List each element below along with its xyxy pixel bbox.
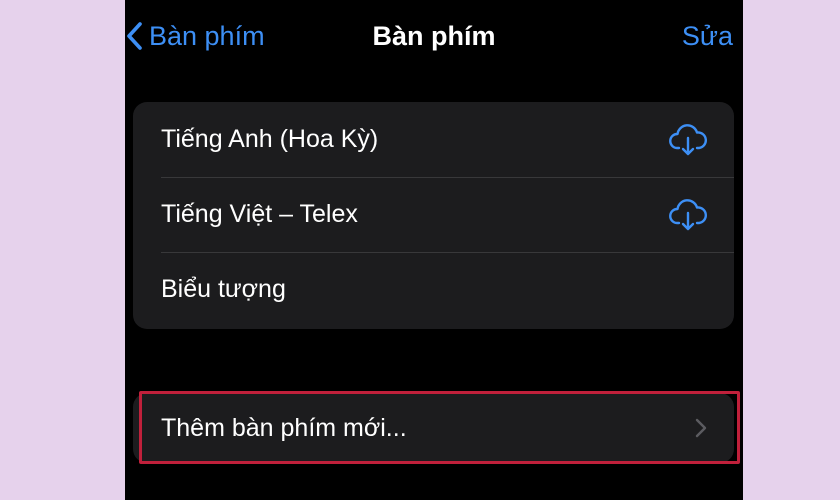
settings-screen: Bàn phím Bàn phím Sửa Tiếng Anh (Hoa Kỳ)… bbox=[125, 0, 743, 500]
cloud-download-icon[interactable] bbox=[668, 123, 708, 157]
keyboard-item-label: Tiếng Anh (Hoa Kỳ) bbox=[161, 125, 379, 153]
keyboard-item-emoji[interactable]: Biểu tượng bbox=[133, 252, 734, 327]
keyboard-item-english-us[interactable]: Tiếng Anh (Hoa Kỳ) bbox=[133, 102, 734, 177]
edit-button[interactable]: Sửa bbox=[682, 16, 733, 56]
chevron-right-icon bbox=[695, 418, 707, 438]
navigation-bar: Bàn phím Bàn phím Sửa bbox=[125, 0, 743, 70]
page-title: Bàn phím bbox=[372, 21, 496, 51]
keyboard-item-label: Tiếng Việt – Telex bbox=[161, 200, 358, 228]
add-keyboard-group: Thêm bàn phím mới... bbox=[133, 393, 734, 463]
keyboard-list: Tiếng Anh (Hoa Kỳ) Tiếng Việt – Telex Bi… bbox=[133, 102, 734, 329]
keyboard-item-label: Biểu tượng bbox=[161, 275, 286, 303]
add-new-keyboard-button[interactable]: Thêm bàn phím mới... bbox=[133, 393, 734, 463]
cloud-download-icon[interactable] bbox=[668, 198, 708, 232]
keyboard-item-vietnamese-telex[interactable]: Tiếng Việt – Telex bbox=[133, 177, 734, 252]
add-new-keyboard-label: Thêm bàn phím mới... bbox=[161, 413, 407, 442]
